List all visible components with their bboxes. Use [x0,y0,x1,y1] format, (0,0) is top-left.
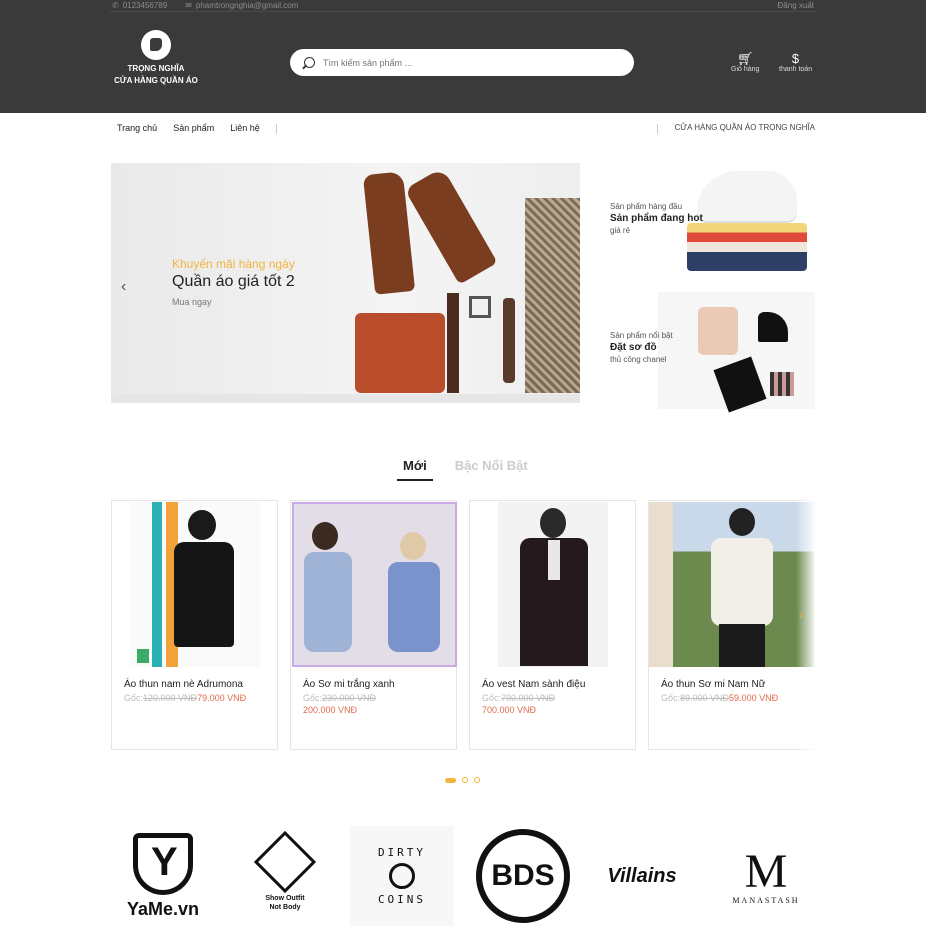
brand-yame[interactable]: YaMe.vn [110,826,216,926]
hero-title: Quần áo giá tốt 2 [172,273,295,290]
side-banner-sub: thủ công chanel [610,355,667,364]
store-logo[interactable]: TRỌNG NGHĨA CỬA HÀNG QUẦN ÁO [110,30,202,87]
sale-price: 200.000 VNĐ [303,705,358,715]
side-banner-label: Sản phẩm nổi bật [610,331,673,340]
product-name[interactable]: Áo thun Sơ mi Nam Nữ [661,679,765,690]
hero-sweater [525,198,580,393]
show-outfit-logo-icon [253,830,317,894]
product-name[interactable]: Áo thun nam nè Adrumona [124,679,243,690]
logo-subtitle: CỬA HÀNG QUẦN ÁO [114,76,198,85]
product-price: Gốc:89.000 VNĐ59.000 VNĐ [661,693,779,703]
hero-boot-right [404,167,498,285]
brand-logos: YaMe.vn Show Outfit Not Body DIRTY COINS… [110,826,816,926]
checkout-label: thanh toán [779,66,813,73]
tab-featured[interactable]: Bậc Nổi Bật [449,458,534,481]
main-nav: Trang chủ Sản phẩm Liên hệ [117,123,260,133]
search-bar[interactable] [290,49,634,76]
chevron-right-icon[interactable]: › [799,608,803,622]
sale-price: 700.000 VNĐ [482,705,537,715]
search-input[interactable] [323,57,603,68]
header: ✆ 0123456789 ✉ phamtrongnghia@gmail.com Đă… [0,0,926,113]
nav-item-products[interactable]: Sản phẩm [173,123,214,133]
carousel-dot[interactable] [462,777,468,783]
nav-item-home[interactable]: Trang chủ [117,123,157,133]
chevron-left-icon[interactable]: ‹ [121,278,126,296]
nav-item-contact[interactable]: Liên hệ [230,123,260,133]
product-card[interactable]: Áo vest Nam sành điệu Gốc:790.000 VNĐ 700… [469,500,636,750]
side-banner-sub: giá rẻ [610,226,631,235]
dollar-icon: $ [791,51,800,66]
side-banner-featured[interactable]: Sản phẩm nổi bật Đặt sơ đồ thủ công chan… [597,292,815,413]
phone-icon: ✆ [112,1,119,10]
cart-label: Giỏ hàng [731,66,760,73]
hero-buckle [469,296,491,318]
yame-shield-icon [133,832,193,895]
hero-pants [355,313,445,393]
sale-price: 59.000 VNĐ [729,693,779,703]
brand-bds[interactable]: BDS [474,826,572,926]
original-price: 230.000 VNĐ [322,693,377,703]
sale-price: 79.000 VNĐ [197,693,247,703]
email-contact[interactable]: ✉ phamtrongnghia@gmail.com [185,1,298,10]
product-name[interactable]: Áo Sơ mi trắng xanh [303,679,395,690]
product-name[interactable]: Áo vest Nam sành điệu [482,679,585,690]
sneaker-image [697,171,797,221]
hero-promo-label: Khuyến mãi hàng ngày [172,257,295,271]
carousel-dot[interactable] [445,777,456,783]
search-icon[interactable] [304,57,315,68]
carousel-dots [445,777,480,783]
hero-belt [447,293,459,393]
phone-contact[interactable]: ✆ 0123456789 [112,1,167,10]
side-banner-label: Sản phẩm hàng đầu [610,202,683,211]
flatlay-image [658,292,815,413]
original-price: 89.000 VNĐ [680,693,730,703]
side-banner-hot[interactable]: Sản phẩm hàng đầu Sản phẩm đang hot giá … [597,163,815,278]
carousel-dot[interactable] [474,777,480,783]
dirty-coins-coin-icon [389,863,415,889]
clothes-stack-image [687,223,807,271]
nav-divider [276,124,277,134]
brand-dirty-coins[interactable]: DIRTY COINS [350,826,454,926]
product-image [130,502,260,667]
product-card[interactable]: Áo thun nam nè Adrumona Gốc:120.000 VNĐ7… [111,500,278,750]
tab-new[interactable]: Mới [397,458,433,481]
logo-name: TRỌNG NGHĨA [127,64,185,73]
brand-show-outfit[interactable]: Show Outfit Not Body [250,826,320,926]
original-price: 120.000 VNĐ [143,693,198,703]
store-tagline: CỬA HÀNG QUẦN ÁO TRỌNG NGHĨA [656,123,815,134]
logout-link[interactable]: Đăng xuất [778,1,814,10]
mail-icon: ✉ [185,1,192,10]
hero-bottom-strip [111,394,580,403]
brand-villains[interactable]: Villains [600,826,684,926]
side-banner-title: Sản phẩm đang hot [610,213,703,224]
hero-watch [503,298,515,383]
product-carousel: Áo thun nam nè Adrumona Gốc:120.000 VNĐ7… [111,500,816,750]
product-image [292,502,457,667]
product-price: Gốc:790.000 VNĐ 700.000 VNĐ [482,693,556,715]
product-card[interactable]: Áo Sơ mi trắng xanh Gốc:230.000 VNĐ 200.0… [290,500,457,750]
side-banner-title: Đặt sơ đồ [610,342,657,353]
cart-button[interactable]: 🛒︎ Giỏ hàng [731,51,760,74]
product-tabs: Mới Bậc Nổi Bật [397,458,534,481]
product-price: Gốc:230.000 VNĐ 200.000 VNĐ [303,693,377,715]
original-price: 790.000 VNĐ [501,693,556,703]
brand-manastash[interactable]: M MANASTASH [716,826,816,926]
cart-icon: 🛒︎ [736,51,754,66]
logo-emblem [141,30,171,60]
carousel-fade [796,500,816,750]
checkout-button[interactable]: $ thanh toán [779,51,813,74]
hero-banner[interactable]: ‹ Khuyến mãi hàng ngày Quần áo giá tốt 2… [111,163,580,403]
product-price: Gốc:120.000 VNĐ79.000 VNĐ [124,693,247,703]
hero-cta[interactable]: Mua ngay [172,297,212,307]
top-info-bar: ✆ 0123456789 ✉ phamtrongnghia@gmail.com Đă… [110,0,816,12]
product-card[interactable]: Áo thun Sơ mi Nam Nữ Gốc:89.000 VNĐ59.00… [648,500,815,750]
product-image [498,502,608,667]
product-image [649,502,815,667]
